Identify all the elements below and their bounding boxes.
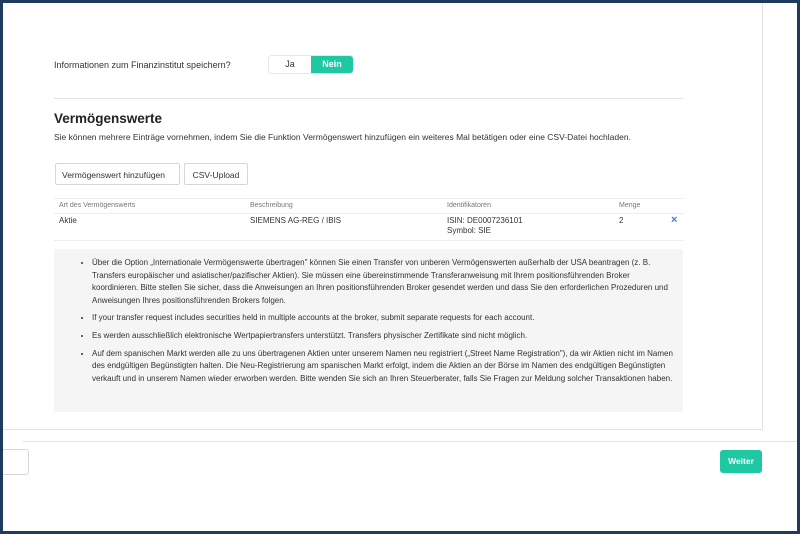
notes-list: Über die Option „Internationale Vermögen… (54, 257, 683, 385)
footer-divider (23, 441, 797, 442)
cell-identifiers: ISIN: DE0007236101 Symbol: SIE (447, 216, 523, 236)
note-item: Es werden ausschließlich elektronische W… (92, 330, 675, 343)
section-divider (54, 98, 683, 99)
column-header-identifiers: Identifikatoren (447, 202, 491, 209)
toggle-option-nein[interactable]: Nein (311, 56, 353, 73)
column-header-description: Beschreibung (250, 202, 293, 209)
remove-row-close-icon[interactable]: × (671, 214, 677, 226)
cell-quantity: 2 (619, 216, 624, 225)
table-header-border (54, 213, 683, 214)
cell-asset-type: Aktie (59, 216, 77, 225)
column-header-quantity: Menge (619, 202, 641, 209)
cell-symbol: Symbol: SIE (447, 226, 492, 235)
save-institution-toggle: Ja Nein (269, 56, 353, 73)
note-item: Auf dem spanischen Markt werden alle zu … (92, 348, 675, 386)
note-item: Über die Option „Internationale Vermögen… (92, 257, 675, 307)
next-button[interactable]: Weiter (720, 450, 762, 473)
cell-isin: ISIN: DE0007236101 (447, 216, 523, 225)
note-item: If your transfer request includes securi… (92, 312, 675, 325)
table-bottom-border (54, 240, 683, 241)
back-button[interactable] (3, 449, 29, 475)
save-institution-label: Informationen zum Finanzinstitut speiche… (54, 60, 231, 70)
transfer-form-panel: Informationen zum Finanzinstitut speiche… (3, 3, 763, 430)
assets-section-title: Vermögenswerte (54, 111, 163, 126)
add-asset-button[interactable]: Vermögenswert hinzufügen (55, 163, 180, 185)
csv-upload-button[interactable]: CSV-Upload (184, 163, 248, 185)
page-frame: Informationen zum Finanzinstitut speiche… (3, 3, 797, 531)
transfer-notes-box: Über die Option „Internationale Vermögen… (54, 249, 683, 412)
table-top-border (54, 198, 683, 199)
column-header-asset-type: Art des Vermögenswerts (59, 202, 136, 209)
toggle-option-ja[interactable]: Ja (269, 56, 311, 73)
assets-section-description: Sie können mehrere Einträge vornehmen, i… (54, 132, 631, 142)
cell-description: SIEMENS AG-REG / IBIS (250, 216, 342, 225)
